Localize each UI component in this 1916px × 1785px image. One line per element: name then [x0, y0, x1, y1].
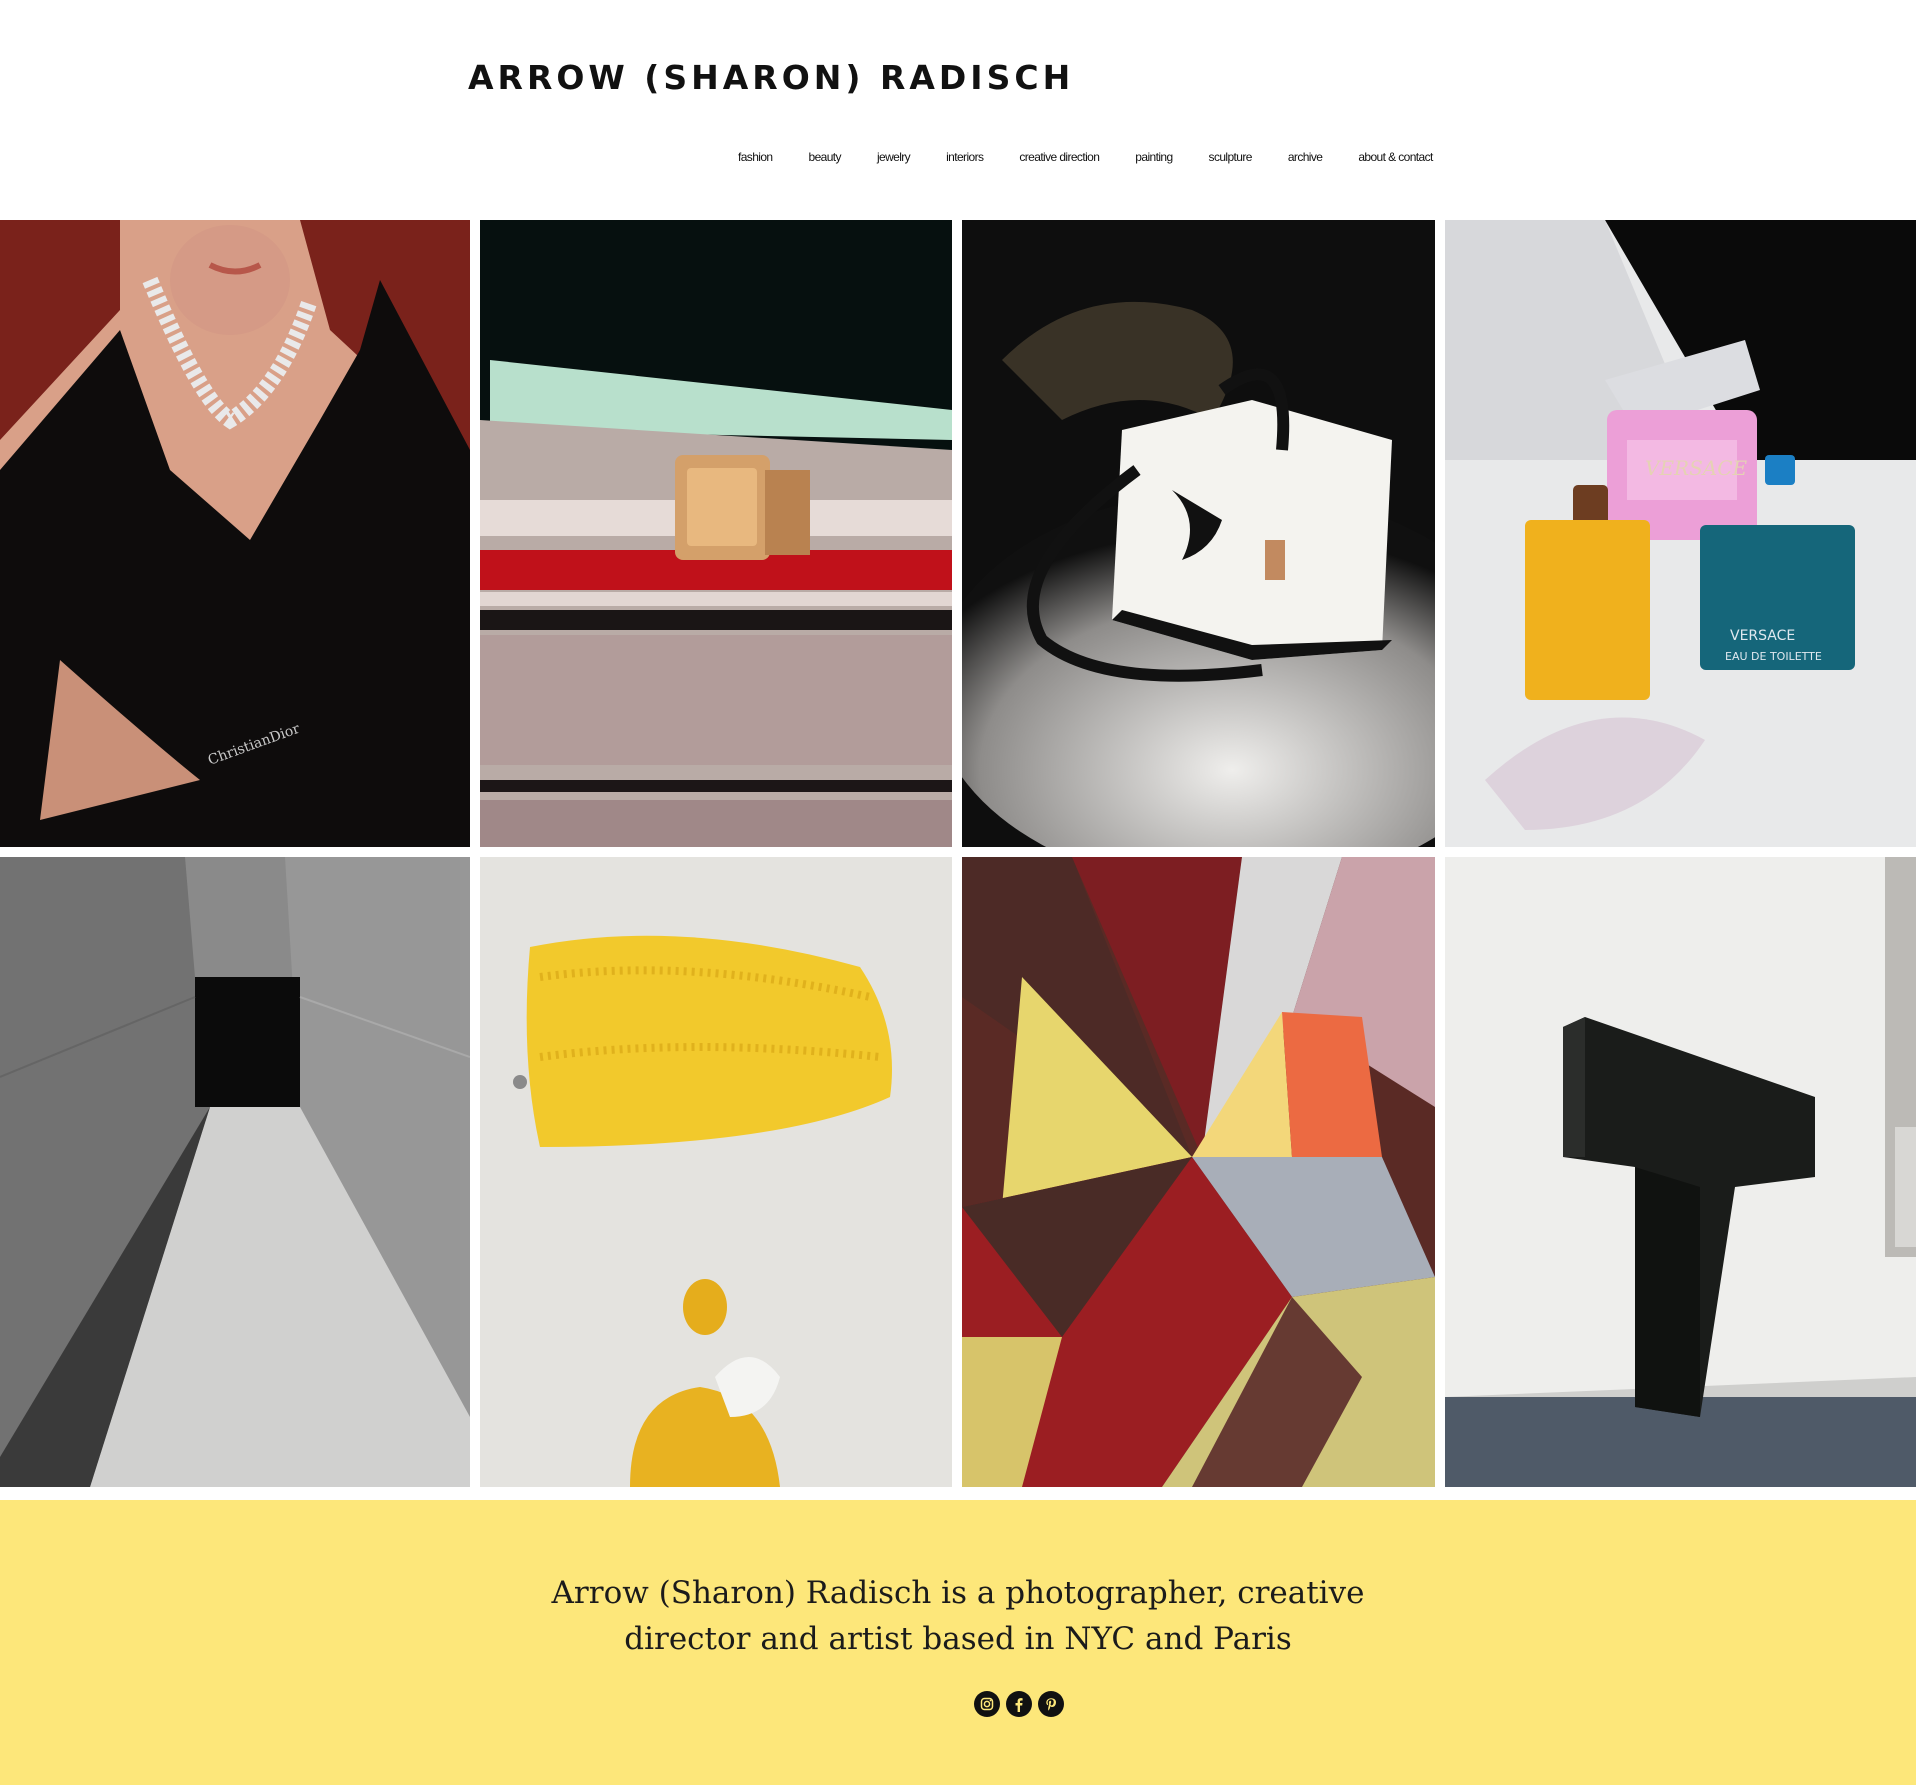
site-title[interactable]: ARROW (SHARON) RADISCH — [468, 58, 1074, 97]
gallery-tile-perfumes[interactable]: VERSACE VERSACE EAU DE TOILETTE — [1445, 220, 1916, 847]
footer: Arrow (Sharon) Radisch is a photographer… — [0, 1500, 1916, 1785]
gallery-tile-yellow-pouch[interactable] — [480, 857, 952, 1487]
gallery-tile-watch[interactable] — [480, 220, 952, 847]
gallery-grid: ChristianDior VERSACE VERSACE EAU DE TOI… — [0, 220, 1916, 1487]
nav-beauty[interactable]: beauty — [809, 150, 842, 164]
nav-sculpture[interactable]: sculpture — [1209, 150, 1253, 164]
tagline-line-2: director and artist based in NYC and Par… — [624, 1621, 1292, 1657]
svg-text:VERSACE: VERSACE — [1645, 456, 1748, 480]
nav-archive[interactable]: archive — [1288, 150, 1323, 164]
perfumes-image: VERSACE VERSACE EAU DE TOILETTE — [1445, 220, 1916, 847]
watch-image — [480, 220, 952, 847]
nav-fashion[interactable]: fashion — [738, 150, 773, 164]
nav-painting[interactable]: painting — [1135, 150, 1173, 164]
nav-interiors[interactable]: interiors — [946, 150, 984, 164]
nav-jewelry[interactable]: jewelry — [877, 150, 911, 164]
main-nav: fashion beauty jewelry interiors creativ… — [738, 150, 1433, 164]
gallery-tile-model-necklace[interactable]: ChristianDior — [0, 220, 470, 847]
gallery-tile-corridor[interactable] — [0, 857, 470, 1487]
tagline-line-1: Arrow (Sharon) Radisch is a photographer… — [551, 1575, 1365, 1611]
pinterest-icon[interactable] — [1038, 1691, 1064, 1717]
gallery-tile-painting[interactable] — [962, 857, 1435, 1487]
corridor-image — [0, 857, 470, 1487]
handbag-image — [962, 220, 1435, 847]
social-links — [974, 1691, 1064, 1717]
svg-text:EAU DE TOILETTE: EAU DE TOILETTE — [1725, 650, 1822, 663]
tagline: Arrow (Sharon) Radisch is a photographer… — [0, 1570, 1916, 1662]
facebook-icon[interactable] — [1006, 1691, 1032, 1717]
nav-about-contact[interactable]: about & contact — [1358, 150, 1433, 164]
model-necklace-image: ChristianDior — [0, 220, 470, 847]
gallery-tile-sculpture[interactable] — [1445, 857, 1916, 1487]
yellow-pouch-image — [480, 857, 952, 1487]
sculpture-image — [1445, 857, 1916, 1487]
gallery-tile-handbag[interactable] — [962, 220, 1435, 847]
nav-creative-direction[interactable]: creative direction — [1019, 150, 1100, 164]
instagram-icon[interactable] — [974, 1691, 1000, 1717]
painting-image — [962, 857, 1435, 1487]
svg-text:VERSACE: VERSACE — [1730, 628, 1795, 644]
